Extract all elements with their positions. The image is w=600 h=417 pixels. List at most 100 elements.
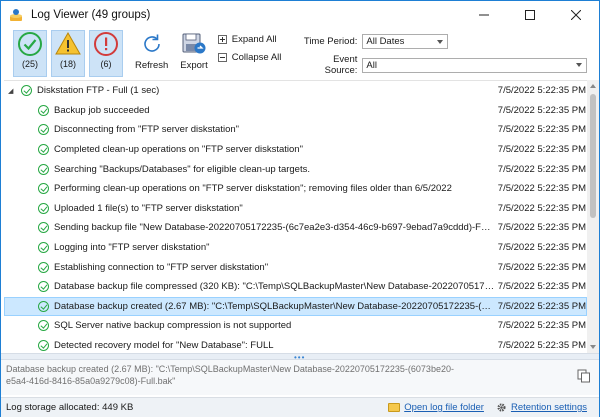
log-entry-time: 7/5/2022 5:22:35 PM [497, 242, 586, 254]
warning-icon [55, 31, 81, 55]
chevron-down-icon [576, 63, 583, 67]
log-entry-text: Establishing connection to "FTP server d… [54, 261, 269, 273]
log-entry-row[interactable]: Completed clean-up operations on "FTP se… [4, 140, 587, 160]
success-check-icon [38, 261, 49, 273]
log-entry-time: 7/5/2022 5:22:35 PM [497, 222, 586, 234]
success-check-icon [38, 281, 49, 293]
log-entry-time: 7/5/2022 5:22:35 PM [497, 281, 586, 293]
error-icon [94, 32, 118, 56]
event-source-label: Event Source: [324, 54, 358, 76]
success-check-icon [38, 163, 49, 175]
log-entry-row[interactable]: Database backup file compressed (320 KB)… [4, 277, 587, 297]
expand-collapse-group: Expand All Collapse All [217, 30, 282, 63]
log-entry-time: 7/5/2022 5:22:35 PM [497, 183, 586, 195]
success-check-icon [21, 85, 32, 97]
log-entry-text: Logging into "FTP server diskstation" [54, 242, 210, 254]
log-entry-time: 7/5/2022 5:22:35 PM [497, 202, 586, 214]
scroll-down-icon[interactable] [590, 345, 596, 349]
success-count: (25) [21, 59, 38, 69]
window-title: Log Viewer (49 groups) [31, 8, 151, 21]
collapse-triangle-icon[interactable]: ◢ [8, 87, 13, 95]
refresh-label: Refresh [135, 60, 169, 71]
log-entry-row[interactable]: Searching "Backups/Databases" for eligib… [4, 159, 587, 179]
log-entry-text: Completed clean-up operations on "FTP se… [54, 144, 303, 156]
log-entry-row[interactable]: Database backup created (2.67 MB): "C:\T… [4, 296, 587, 317]
time-period-label: Time Period: [303, 36, 358, 47]
log-group-row[interactable]: ◢ Diskstation FTP - Full (1 sec) 7/5/202… [4, 81, 587, 101]
log-entry-text: Uploaded 1 file(s) to "FTP server diskst… [54, 202, 243, 214]
panel-splitter[interactable]: ••• [1, 353, 599, 362]
scrollbar-thumb[interactable] [590, 94, 596, 218]
time-period-select[interactable]: All Dates [362, 34, 449, 49]
gear-icon [497, 403, 506, 412]
log-viewer-window: Log Viewer (49 groups) (25) (18) (6) Ref… [0, 0, 600, 417]
success-check-icon [38, 183, 49, 195]
success-check-icon [38, 144, 49, 156]
expand-all-button[interactable]: Expand All [217, 34, 282, 45]
vertical-scrollbar[interactable] [587, 80, 599, 353]
retention-settings-link[interactable]: Retention settings [496, 402, 587, 413]
close-button[interactable] [553, 1, 599, 28]
filter-warning-button[interactable]: (18) [51, 30, 85, 77]
error-count: (6) [100, 59, 112, 69]
expand-all-label: Expand All [231, 34, 277, 45]
event-source-select[interactable]: All [362, 57, 588, 73]
filter-error-button[interactable]: (6) [89, 30, 123, 77]
scroll-up-icon[interactable] [590, 84, 596, 88]
log-entry-row[interactable]: Logging into "FTP server diskstation" 7/5… [4, 238, 587, 258]
export-button[interactable]: Export [176, 30, 211, 77]
filter-success-button[interactable]: (25) [13, 30, 47, 77]
log-entry-row[interactable]: Detected recovery model for "New Databas… [4, 336, 587, 353]
export-label: Export [180, 60, 208, 71]
maximize-button[interactable] [507, 1, 553, 28]
log-entry-row[interactable]: Disconnecting from "FTP server diskstati… [4, 120, 587, 140]
log-group-time: 7/5/2022 5:22:35 PM [497, 85, 586, 97]
success-check-icon [18, 32, 42, 56]
log-group-text: Diskstation FTP - Full (1 sec) [37, 85, 160, 97]
success-check-icon [38, 242, 49, 254]
expand-icon [217, 35, 227, 44]
log-entry-row[interactable]: Uploaded 1 file(s) to "FTP server diskst… [4, 199, 587, 219]
log-entry-row[interactable]: SQL Server native backup compression is … [4, 316, 587, 336]
copy-icon[interactable] [577, 369, 591, 383]
log-entry-text: Backup job succeeded [54, 104, 150, 116]
log-entry-row[interactable]: Performing clean-up operations on "FTP s… [4, 179, 587, 199]
log-tree-list[interactable]: ◢ Diskstation FTP - Full (1 sec) 7/5/202… [4, 80, 587, 353]
log-entry-time: 7/5/2022 5:22:35 PM [497, 144, 586, 156]
success-check-icon [38, 320, 49, 332]
retention-settings-label: Retention settings [510, 402, 587, 413]
app-icon [8, 7, 24, 23]
open-log-folder-label: Open log file folder [404, 402, 484, 413]
warning-count: (18) [59, 59, 76, 69]
close-icon [571, 9, 581, 20]
toolbar: (25) (18) (6) Refresh Export Expand All … [1, 28, 599, 79]
minimize-icon [479, 14, 489, 15]
log-entry-row[interactable]: Backup job succeeded 7/5/2022 5:22:35 PM [4, 101, 587, 121]
log-entry-time: 7/5/2022 5:22:35 PM [497, 320, 586, 332]
open-log-folder-link[interactable]: Open log file folder [388, 402, 484, 413]
collapse-all-button[interactable]: Collapse All [217, 52, 282, 63]
success-check-icon [38, 202, 49, 214]
log-entry-text: Performing clean-up operations on "FTP s… [54, 183, 452, 195]
success-check-icon [38, 340, 49, 352]
detail-line-2: e5a4-416d-8416-85a0a9279c08)-Full.bak" [6, 376, 176, 386]
log-entry-row[interactable]: Sending backup file "New Database-202207… [4, 218, 587, 238]
maximize-icon [525, 9, 535, 20]
collapse-all-label: Collapse All [231, 52, 282, 63]
log-entry-time: 7/5/2022 5:22:35 PM [497, 163, 586, 175]
log-entry-text: Database backup file compressed (320 KB)… [54, 281, 495, 293]
log-entry-text: Disconnecting from "FTP server diskstati… [54, 124, 240, 136]
log-storage-text: Log storage allocated: 449 KB [6, 402, 134, 413]
log-entry-text: SQL Server native backup compression is … [54, 320, 292, 332]
success-check-icon [38, 300, 49, 312]
filter-panel: Time Period: All Dates Event Source: All [299, 30, 588, 76]
event-source-value: All [366, 59, 377, 71]
export-icon [182, 33, 206, 54]
chevron-down-icon [437, 39, 444, 44]
log-entry-text: Detected recovery model for "New Databas… [54, 340, 274, 352]
minimize-button[interactable] [461, 1, 507, 28]
log-entry-text: Searching "Backups/Databases" for eligib… [54, 163, 310, 175]
refresh-button[interactable]: Refresh [131, 30, 172, 77]
success-check-icon [38, 124, 49, 136]
log-entry-row[interactable]: Establishing connection to "FTP server d… [4, 257, 587, 277]
